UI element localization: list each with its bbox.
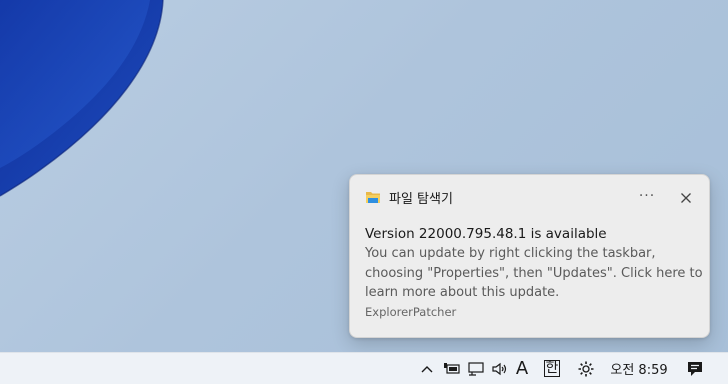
close-icon[interactable] (674, 187, 698, 209)
clock[interactable]: 오전 8:59 (608, 353, 670, 384)
network-icon[interactable] (466, 353, 486, 384)
update-notification-toast[interactable]: 파일 탐색기 ··· Version 22000.795.48.1 is ava… (349, 174, 710, 338)
ime-mode-indicator[interactable]: A (513, 353, 531, 384)
notification-attribution: ExplorerPatcher (365, 305, 457, 319)
speaker-icon[interactable] (490, 353, 510, 384)
notification-icon[interactable] (684, 353, 706, 384)
ime-language-indicator[interactable]: 한 (541, 353, 563, 384)
more-options-button[interactable]: ··· (634, 187, 660, 209)
settings-icon[interactable] (575, 353, 597, 384)
app-name: 파일 탐색기 (389, 192, 453, 207)
chevron-up-icon[interactable] (418, 353, 436, 384)
taskbar: A 한 오전 8:59 (0, 352, 728, 384)
battery-icon[interactable] (442, 353, 462, 384)
notification-body: You can update by right clicking the tas… (365, 246, 703, 300)
toast-header: 파일 탐색기 ··· (350, 175, 709, 219)
ime-language-label: 한 (543, 360, 561, 377)
notification-title: Version 22000.795.48.1 is available (365, 226, 607, 242)
folder-icon (366, 192, 380, 203)
